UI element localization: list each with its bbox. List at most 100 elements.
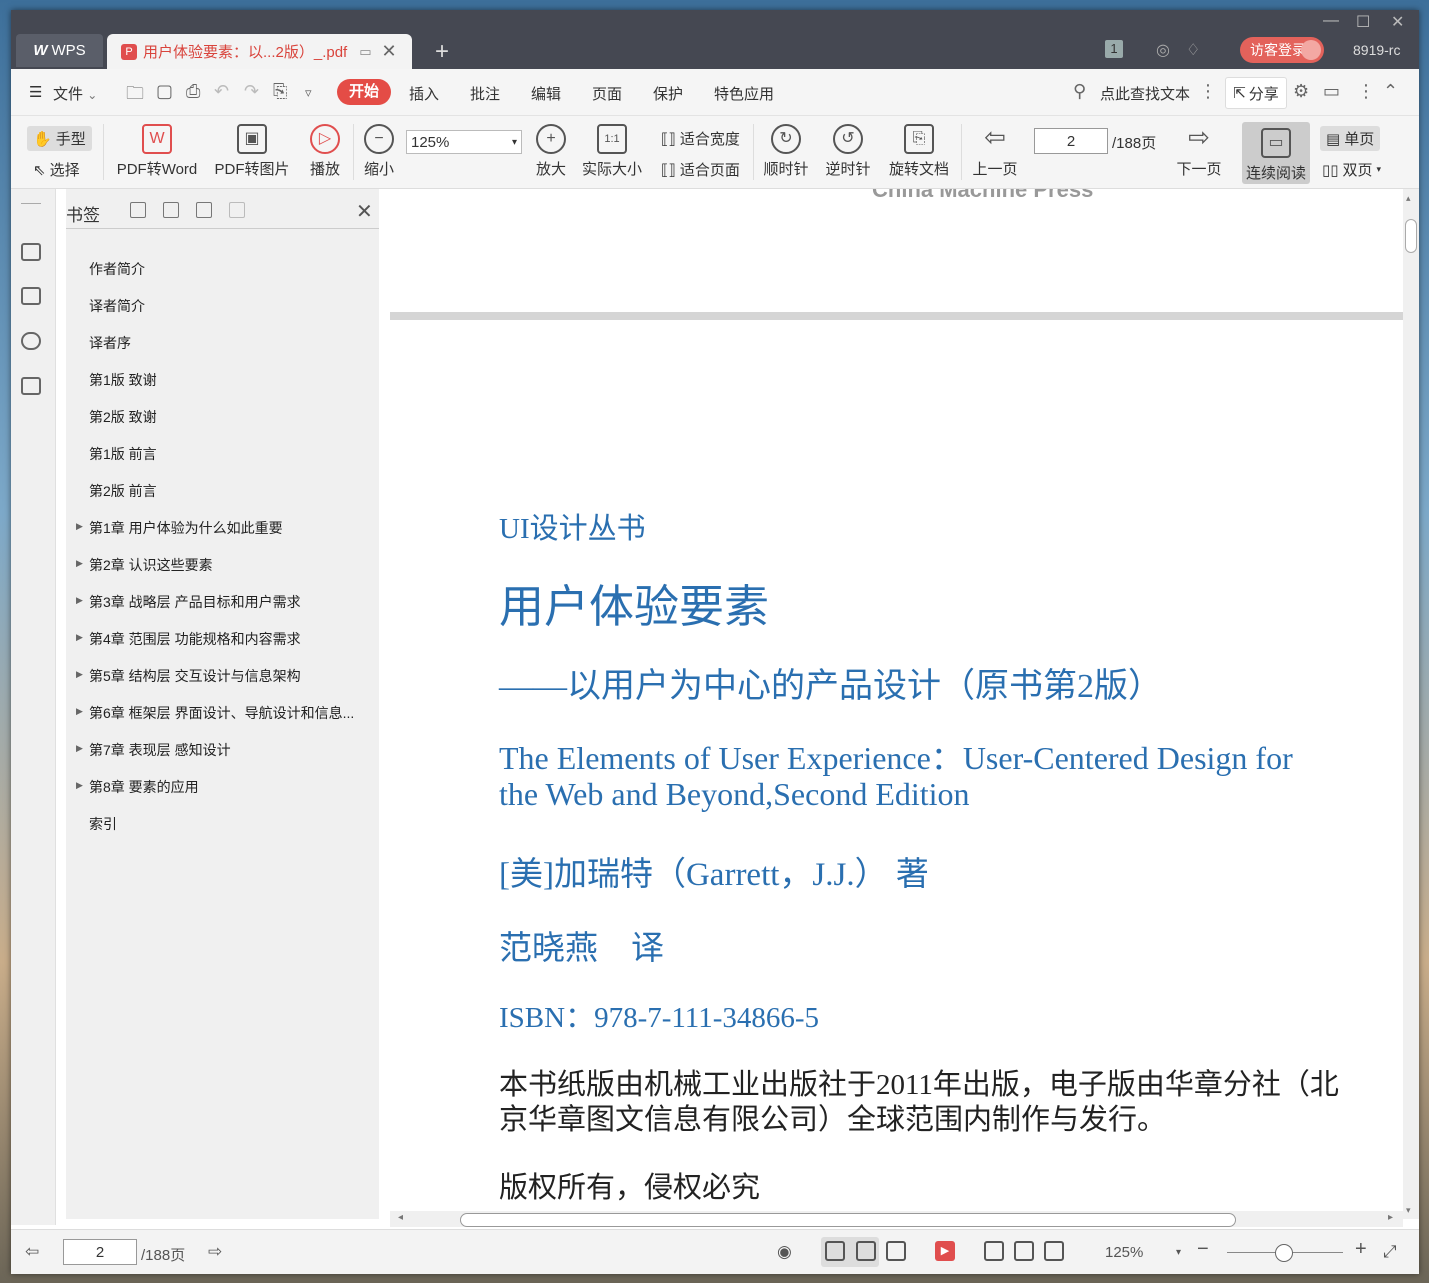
vertical-scrollbar[interactable]: ▴ ▾ [1403,189,1419,1219]
expand-arrow-icon[interactable]: ▶ [76,780,83,791]
status-prev-page-icon[interactable]: ⇦ [25,1242,39,1262]
close-window-icon[interactable]: ✕ [1391,12,1404,32]
scroll-down-icon[interactable]: ▾ [1406,1205,1411,1216]
maximize-icon[interactable]: ☐ [1356,12,1370,32]
next-page-button[interactable]: ⇨ 下一页 [1175,124,1223,179]
tab-insert[interactable]: 插入 [409,83,439,104]
bookmark-item[interactable]: 作者简介 [89,259,145,279]
actual-size-icon[interactable] [984,1241,1004,1261]
bookmark-item[interactable]: 第4章 范围层 功能规格和内容需求 [89,629,301,649]
bookmark-item[interactable]: 第1章 用户体验为什么如此重要 [89,518,283,538]
search-text-field[interactable]: 点此查找文本 [1100,83,1190,104]
status-page-input[interactable]: 2 [63,1239,137,1265]
prev-page-button[interactable]: ⇦ 上一页 [971,124,1019,179]
hand-tool-button[interactable]: ✋ 手型 [27,126,92,151]
fit-page-button[interactable]: ⟦⟧ 适合页面 [661,159,740,180]
fit-width-button[interactable]: ⟦⟧ 适合宽度 [661,128,740,149]
print-icon[interactable]: ⎙ [186,81,200,102]
scroll-up-icon[interactable]: ▴ [1406,193,1411,204]
search-icon[interactable]: ⚲ [1073,81,1086,102]
zoom-minus-icon[interactable]: − [1197,1238,1209,1261]
single-page-button[interactable]: ▤ 单页 [1320,126,1381,151]
open-icon[interactable]: 🗀 [126,81,144,111]
fit-width-icon[interactable] [1044,1241,1064,1261]
kebab-icon[interactable]: ⋮ [1199,81,1217,102]
more-icon[interactable]: ⋮ [1357,81,1375,102]
vertical-scroll-thumb[interactable] [1405,219,1417,253]
expand-arrow-icon[interactable]: ▶ [76,521,83,532]
comment-icon[interactable]: ▭ [1323,81,1340,102]
bookmark-list-icon[interactable] [21,243,41,261]
tab-annotate[interactable]: 批注 [470,83,500,104]
skin-icon[interactable]: ◎ [1156,40,1170,60]
expand-arrow-icon[interactable]: ▶ [76,595,83,606]
expand-arrow-icon[interactable]: ▶ [76,632,83,643]
bookmark-item[interactable]: 第5章 结构层 交互设计与信息架构 [89,666,301,686]
zoom-select[interactable]: 125% ▾ [406,130,522,154]
pin-icon[interactable]: ▭ [359,44,371,60]
bookmark-item[interactable]: 第1版 前言 [89,444,157,464]
rotate-clockwise-button[interactable]: ↻ 顺时针 [763,124,809,179]
bookmark-item[interactable]: 第2版 前言 [89,481,157,501]
new-tab-button[interactable]: + [435,38,449,66]
close-panel-icon[interactable]: ✕ [356,199,373,224]
minimize-icon[interactable]: — [1323,12,1339,30]
horizontal-scrollbar[interactable]: ◂ ▸ [390,1211,1403,1227]
zoom-plus-icon[interactable]: + [1355,1238,1367,1261]
expand-arrow-icon[interactable]: ▶ [76,669,83,680]
zoom-out-button[interactable]: − 缩小 [361,124,397,179]
share-button[interactable]: ⇱ 分享 [1225,77,1287,109]
expand-arrow-icon[interactable]: ▶ [76,558,83,569]
bookmark-item[interactable]: 索引 [89,814,117,834]
scroll-right-icon[interactable]: ▸ [1388,1212,1393,1223]
annotation-icon[interactable] [21,332,41,350]
continuous-view-icon[interactable] [825,1241,845,1261]
actual-size-button[interactable]: 1:1 实际大小 [581,124,643,179]
bookmark-item[interactable]: 译者简介 [89,296,145,316]
bookmark-item[interactable]: 第2版 致谢 [89,407,157,427]
tab-count-badge[interactable]: 1 [1105,40,1123,58]
document-tab[interactable]: P 用户体验要素：以...2版）_.pdf ▭ ✕ [107,34,412,69]
shirt-icon[interactable]: ♢ [1186,40,1200,60]
play-icon[interactable]: ▶ [935,1241,955,1261]
delete-bookmark-icon[interactable] [229,202,245,218]
tab-edit[interactable]: 编辑 [531,83,561,104]
hamburger-icon[interactable]: ☰ [29,83,42,101]
guest-login-button[interactable]: 访客登录 [1240,37,1324,63]
signature-icon[interactable] [21,377,41,395]
status-next-page-icon[interactable]: ⇨ [208,1242,222,1262]
close-tab-icon[interactable]: ✕ [382,41,397,62]
expand-bookmark-icon[interactable] [196,202,212,218]
fit-page-icon[interactable] [1014,1241,1034,1261]
horizontal-scroll-thumb[interactable] [460,1213,1236,1227]
add-child-bookmark-icon[interactable] [163,202,179,218]
undo-icon[interactable]: ↶ [214,81,229,102]
single-view-icon[interactable] [856,1241,876,1261]
collapse-ribbon-icon[interactable]: ⌃ [1383,81,1398,102]
expand-arrow-icon[interactable]: ▶ [76,743,83,754]
chevron-down-icon[interactable]: ▾ [1176,1247,1181,1258]
gear-icon[interactable]: ⚙ [1293,81,1309,102]
bookmark-item[interactable]: 第6章 框架层 界面设计、导航设计和信息... [89,703,354,723]
redo-icon[interactable]: ↷ [244,81,259,102]
file-menu[interactable]: 文件 ⌄ [53,83,97,104]
pdf-to-image-button[interactable]: ▣ PDF转图片 [214,124,290,179]
bookmark-item[interactable]: 第1版 致谢 [89,370,157,390]
tab-start[interactable]: 开始 [337,79,391,105]
play-button[interactable]: ▷ 播放 [307,124,343,179]
status-zoom-value[interactable]: 125% [1105,1244,1143,1261]
page-number-input[interactable]: 2 [1034,128,1108,154]
expand-arrow-icon[interactable]: ▶ [76,706,83,717]
bookmark-item[interactable]: 第7章 表现层 感知设计 [89,740,231,760]
eye-protection-icon[interactable]: ◉ [777,1242,792,1262]
tab-protect[interactable]: 保护 [653,83,683,104]
document-view[interactable]: China Machine Press UI设计丛书 用户体验要素 ——以用户为… [390,189,1403,1219]
more-dropdown-icon[interactable]: ▿ [305,85,312,101]
export-icon[interactable]: ⎘ [273,81,287,102]
bookmark-item[interactable]: 第8章 要素的应用 [89,777,199,797]
rotate-counterclockwise-button[interactable]: ↺ 逆时针 [825,124,871,179]
select-tool-button[interactable]: ⇖ 选择 [33,159,80,180]
wps-home-tab[interactable]: W WPS [16,34,103,67]
double-view-icon[interactable] [886,1241,906,1261]
pdf-to-word-button[interactable]: W PDF转Word [114,124,200,179]
